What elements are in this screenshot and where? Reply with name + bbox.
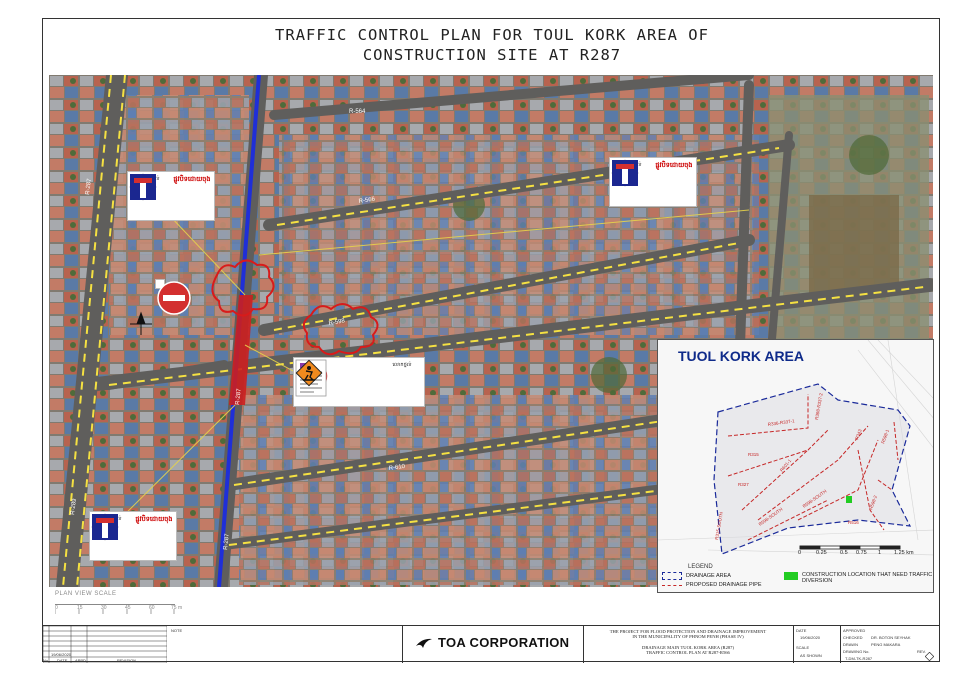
drawn-value: PENG MAKARA [871,642,901,647]
company-logo: TOA CORPORATION [415,635,569,650]
scale-label: 0.25 [816,550,827,556]
scale-label: 1 [878,550,882,556]
scale-tick-label: 45 [125,605,131,611]
legend-item-drainage-area: DRAINAGE AREA [662,572,731,580]
drawing-no-label: DRAWING No. [843,649,870,654]
rev-col-appd: APPD [75,658,86,663]
rev-col-revision: REVISION [117,658,137,663]
sign-group-nw: លោកថ្នល់ ផ្លូវបិទដោយចុង [127,171,215,221]
legend-label: PROPOSED DRAINAGE PIPE [686,582,762,588]
pipe-label: R516 [848,520,859,525]
plan-view-scale-ticks [54,609,175,614]
inset-scale-bar [799,545,901,550]
dead-end-sign: ផ្លូវបិទដោយចុង [130,174,211,217]
drawing-no-value: T-DM-TK-R287 [845,656,873,661]
date-label: DATE [796,628,807,633]
scale-tick-label: 60 [149,605,155,611]
notice-document [295,359,379,403]
legend-swatch [784,572,798,580]
sign-caption: ផ្លូវបិទដោយចុង [135,516,173,523]
title-line-1: TRAFFIC CONTROL PLAN FOR TOUL KORK AREA … [275,26,709,44]
sign-group-center: លោកថ្នល់ [293,357,425,407]
inset-title: TUOL KORK AREA [678,348,804,364]
legend-label: DRAINAGE AREA [686,573,731,579]
sign-caption: ផ្លូវបិទដោយចុង [173,176,211,183]
date-value: 19/06/2020 [800,635,821,640]
project-line-2: IN THE MUNICIPALITY OF PHNOM PENH (PHASE… [632,634,744,639]
drawing-title: TRAFFIC CONTROL PLAN FOR TOUL KORK AREA … [43,25,941,65]
legend-swatch [662,584,682,586]
drawn-label: DRAWN [843,642,858,647]
legend-label: CONSTRUCTION LOCATION THAT NEED TRAFFIC … [802,572,933,584]
men-at-work-sign: លោកថ្នល់ [295,359,421,403]
dead-end-sign: ផ្លូវបិទដោយចុង [92,514,173,557]
scale-tick-label: 0 [55,605,58,611]
pipe-label: R315 [748,452,759,457]
men-at-work-icon [295,359,323,387]
construction-location-marker [846,496,852,503]
no-entry-icon [157,281,191,315]
inset-map-tuol-kork: R336-R337-1 R398-R337-2 R315 R327 R601-1… [657,339,934,593]
dead-end-sign: ផ្លូវបិទដោយចុង [612,160,693,203]
legend-item-drainage-pipe: PROPOSED DRAINAGE PIPE [662,582,762,588]
approval-cell: APPROVED CHECKED DR. BOTON SEYHAK DRAWN … [841,626,939,663]
sign-group-ne: លោកថ្នល់ ផ្លូវបិទដោយចុង [609,157,697,207]
company-name: TOA CORPORATION [438,635,570,650]
pipe-label: R327 [738,482,749,487]
title-line-2: CONSTRUCTION SITE AT R287 [362,46,622,64]
scale-label: 0 [798,550,802,556]
legend-header: LEGEND [688,564,713,570]
date-scale-cell: DATE 19/06/2020 SCALE AS SHOWN [793,626,841,663]
sign-caption: លោកថ្នល់ [392,362,412,368]
drawing-line-2: TRAFFIC CONTROL PLAN AT R287-R566 [646,650,730,655]
rev-col-no: No. [43,658,50,663]
scale-value: AS SHOWN [800,653,822,658]
dead-end-icon [130,174,156,200]
title-block: 19/06/2020 No. DATE APPD REVISION NOTE T… [43,625,939,663]
rev-diamond-icon [925,652,934,661]
scale-tick-label: 75 m [171,605,183,611]
scale-label: 1.25 km [894,550,914,556]
note-label: NOTE [171,628,183,633]
approved-label: APPROVED [843,628,866,633]
note-cell: NOTE [167,626,403,663]
scale-label: SCALE [796,645,810,650]
dead-end-icon [92,514,118,540]
scale-label: 0.5 [840,550,848,556]
legend-item-construction-location: CONSTRUCTION LOCATION THAT NEED TRAFFIC … [784,572,933,584]
legend-swatch [662,572,682,580]
sign-group-sw: លោកថ្នល់ ផ្លូវបិទដោយចុង [89,511,177,561]
sign-no-entry-west [155,279,191,315]
revision-date: 19/06/2020 [51,652,72,657]
drawing-sheet: TRAFFIC CONTROL PLAN FOR TOUL KORK AREA … [42,18,941,663]
road-label-2: R-564 [349,109,366,115]
checked-value: DR. BOTON SEYHAK [871,635,911,640]
scale-label: 0.75 [856,550,867,556]
checked-label: CHECKED [843,635,863,640]
rev-col-date: DATE [57,658,68,663]
toa-bird-icon [416,638,432,648]
scale-tick-label: 15 [77,605,83,611]
project-info: THE PROJECT FOR FLOOD PROTECTION AND DRA… [583,626,793,663]
scale-tick-label: 30 [101,605,107,611]
inset-svg: R336-R337-1 R398-R337-2 R315 R327 R601-1… [658,340,933,592]
plan-view-scale-bar [54,601,175,614]
sign-caption: ផ្លូវបិទដោយចុង [655,162,693,169]
plan-view-scale-label: PLAN VIEW SCALE [55,591,117,597]
dead-end-icon [612,160,638,186]
